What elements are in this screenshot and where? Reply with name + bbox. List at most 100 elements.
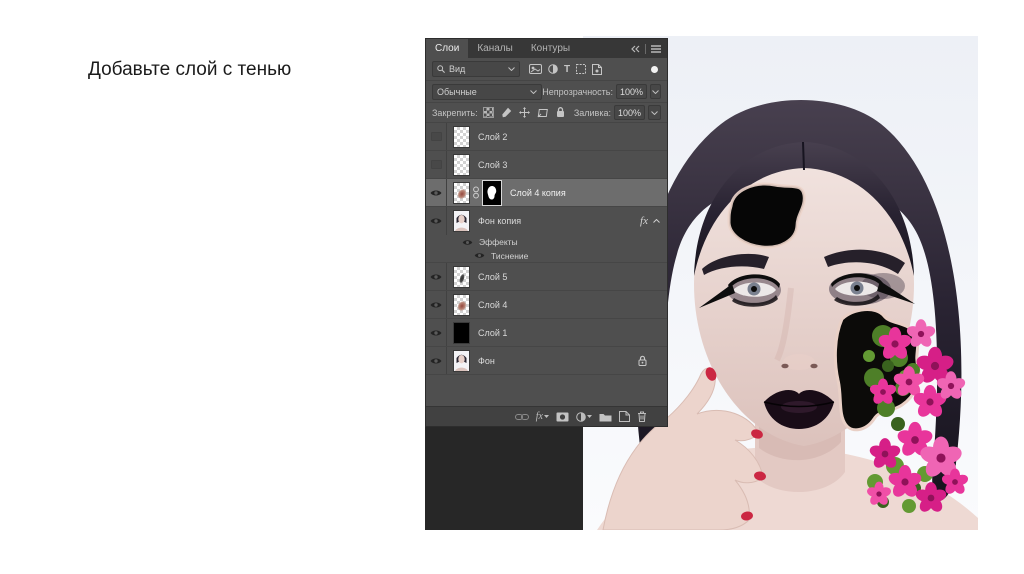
fill-value[interactable]: 100% bbox=[613, 105, 645, 120]
lock-label: Закрепить: bbox=[432, 107, 478, 118]
layer-thumbnail[interactable] bbox=[453, 293, 470, 316]
eye-icon[interactable] bbox=[474, 252, 485, 259]
layer-thumbnail[interactable] bbox=[453, 125, 470, 148]
new-group-icon[interactable] bbox=[599, 412, 612, 422]
type-layers-filter-icon[interactable]: T bbox=[564, 64, 570, 75]
lock-position-icon[interactable] bbox=[518, 107, 530, 118]
filter-kind-label: Вид bbox=[449, 64, 466, 74]
presentation-slide: Добавьте слой с тенью Слои Каналы Контур… bbox=[0, 0, 1024, 574]
tab-layers[interactable]: Слои bbox=[426, 39, 469, 58]
new-adjustment-layer-icon[interactable] bbox=[576, 411, 592, 422]
opacity-value[interactable]: 100% bbox=[616, 84, 648, 99]
lock-icon bbox=[638, 355, 647, 366]
shape-layers-filter-icon[interactable] bbox=[576, 64, 587, 74]
pixel-layers-filter-icon[interactable] bbox=[529, 64, 542, 74]
layer-name: Слой 3 bbox=[478, 159, 508, 170]
search-icon bbox=[437, 65, 445, 73]
layer-name: Слой 2 bbox=[478, 131, 508, 142]
lock-artboard-icon[interactable] bbox=[537, 108, 549, 118]
visibility-toggle[interactable] bbox=[426, 123, 447, 150]
visibility-toggle[interactable] bbox=[426, 319, 447, 346]
layer-name: Фон копия bbox=[478, 216, 522, 226]
page-title: Добавьте слой с тенью bbox=[88, 59, 292, 80]
blend-row: Обычные Непрозрачность: 100% bbox=[426, 81, 667, 103]
eye-icon bbox=[430, 357, 442, 364]
layer-row[interactable]: Слой 4 bbox=[426, 291, 667, 319]
layer-name: Слой 4 bbox=[478, 299, 508, 310]
visibility-toggle[interactable] bbox=[426, 151, 447, 178]
smart-object-filter-icon[interactable] bbox=[592, 63, 603, 75]
opacity-dropdown-icon[interactable] bbox=[650, 84, 661, 99]
lock-all-icon[interactable] bbox=[556, 107, 565, 118]
fill-dropdown-icon[interactable] bbox=[648, 105, 661, 120]
layers-panel: Слои Каналы Контуры Вид T Обычные Непроз… bbox=[425, 38, 668, 427]
layer-thumbnail[interactable] bbox=[453, 153, 470, 176]
add-layer-mask-icon[interactable] bbox=[556, 412, 569, 422]
layer-name: Слой 5 bbox=[478, 271, 508, 282]
layer-filtering-toggle[interactable] bbox=[651, 65, 658, 73]
new-layer-icon[interactable] bbox=[619, 411, 630, 422]
visibility-toggle[interactable] bbox=[426, 207, 447, 235]
mask-link-icon[interactable] bbox=[473, 186, 479, 199]
tab-channels[interactable]: Каналы bbox=[468, 39, 522, 58]
lock-pixels-icon[interactable] bbox=[501, 107, 512, 118]
lock-row: Закрепить: Заливка: 100% bbox=[426, 103, 667, 123]
delete-layer-icon[interactable] bbox=[637, 411, 647, 422]
layer-name: Слой 1 bbox=[478, 327, 508, 338]
visibility-toggle[interactable] bbox=[426, 291, 447, 318]
blend-mode-value: Обычные bbox=[437, 86, 477, 97]
chevron-down-icon bbox=[508, 67, 515, 71]
workspace-pasteboard bbox=[425, 427, 583, 530]
layer-filter-select[interactable]: Вид bbox=[432, 61, 520, 77]
collapse-panels-icon[interactable] bbox=[631, 45, 640, 53]
effect-row[interactable]: Тиснение bbox=[426, 249, 667, 263]
layer-thumbnail[interactable] bbox=[453, 265, 470, 288]
eye-hidden-icon bbox=[430, 160, 442, 169]
eye-icon bbox=[430, 301, 442, 308]
layer-name: Слой 4 копия bbox=[510, 187, 566, 198]
eye-hidden-icon bbox=[430, 132, 442, 141]
effect-label: Тиснение bbox=[491, 250, 529, 261]
layer-thumbnail[interactable] bbox=[453, 321, 470, 344]
eye-icon[interactable] bbox=[462, 239, 473, 246]
panel-menu-icon[interactable] bbox=[651, 44, 661, 53]
layer-row[interactable]: Фон копия fx bbox=[426, 207, 667, 235]
layer-thumbnail[interactable] bbox=[453, 181, 470, 204]
visibility-toggle[interactable] bbox=[426, 179, 447, 206]
visibility-toggle[interactable] bbox=[426, 263, 447, 290]
link-layers-icon[interactable] bbox=[514, 413, 529, 421]
eye-icon bbox=[430, 218, 442, 224]
eye-icon bbox=[430, 329, 442, 336]
layer-style-fx-badge[interactable]: fx bbox=[640, 215, 648, 227]
layer-thumbnail[interactable] bbox=[453, 210, 470, 232]
effects-group-row[interactable]: Эффекты bbox=[426, 235, 667, 249]
lock-transparency-icon[interactable] bbox=[482, 107, 494, 118]
adjustment-layers-filter-icon[interactable] bbox=[548, 64, 558, 74]
layer-thumbnail[interactable] bbox=[453, 349, 470, 372]
fill-label: Заливка: bbox=[573, 107, 611, 118]
panel-tabbar: Слои Каналы Контуры bbox=[426, 39, 667, 58]
visibility-toggle[interactable] bbox=[426, 347, 447, 374]
blend-mode-select[interactable]: Обычные bbox=[432, 83, 543, 100]
layer-row[interactable]: Слой 5 bbox=[426, 263, 667, 291]
layer-row[interactable]: Фон bbox=[426, 347, 667, 375]
photoshop-screenshot: Слои Каналы Контуры Вид T Обычные Непроз… bbox=[425, 36, 978, 530]
panel-bottom-bar: fx bbox=[426, 406, 667, 426]
tab-paths[interactable]: Контуры bbox=[521, 39, 580, 58]
layer-row-selected[interactable]: Слой 4 копия bbox=[426, 179, 667, 207]
chevron-down-icon bbox=[530, 89, 538, 94]
eye-icon bbox=[430, 189, 442, 196]
opacity-label: Непрозрачность: bbox=[542, 86, 613, 97]
effects-group-label: Эффекты bbox=[479, 237, 518, 247]
layer-name: Фон bbox=[478, 355, 495, 366]
eye-icon bbox=[430, 273, 442, 280]
tabbar-divider bbox=[645, 43, 646, 54]
layer-mask-thumbnail[interactable] bbox=[482, 179, 502, 206]
collapse-effects-icon[interactable] bbox=[653, 219, 660, 223]
layer-style-icon[interactable]: fx bbox=[536, 411, 549, 422]
layer-row[interactable]: Слой 2 bbox=[426, 123, 667, 151]
layer-row[interactable]: Слой 3 bbox=[426, 151, 667, 179]
filter-row: Вид T bbox=[426, 58, 667, 81]
layer-row[interactable]: Слой 1 bbox=[426, 319, 667, 347]
layer-list: Слой 2 Слой 3 Слой 4 копия Фон копия fx … bbox=[426, 123, 667, 408]
